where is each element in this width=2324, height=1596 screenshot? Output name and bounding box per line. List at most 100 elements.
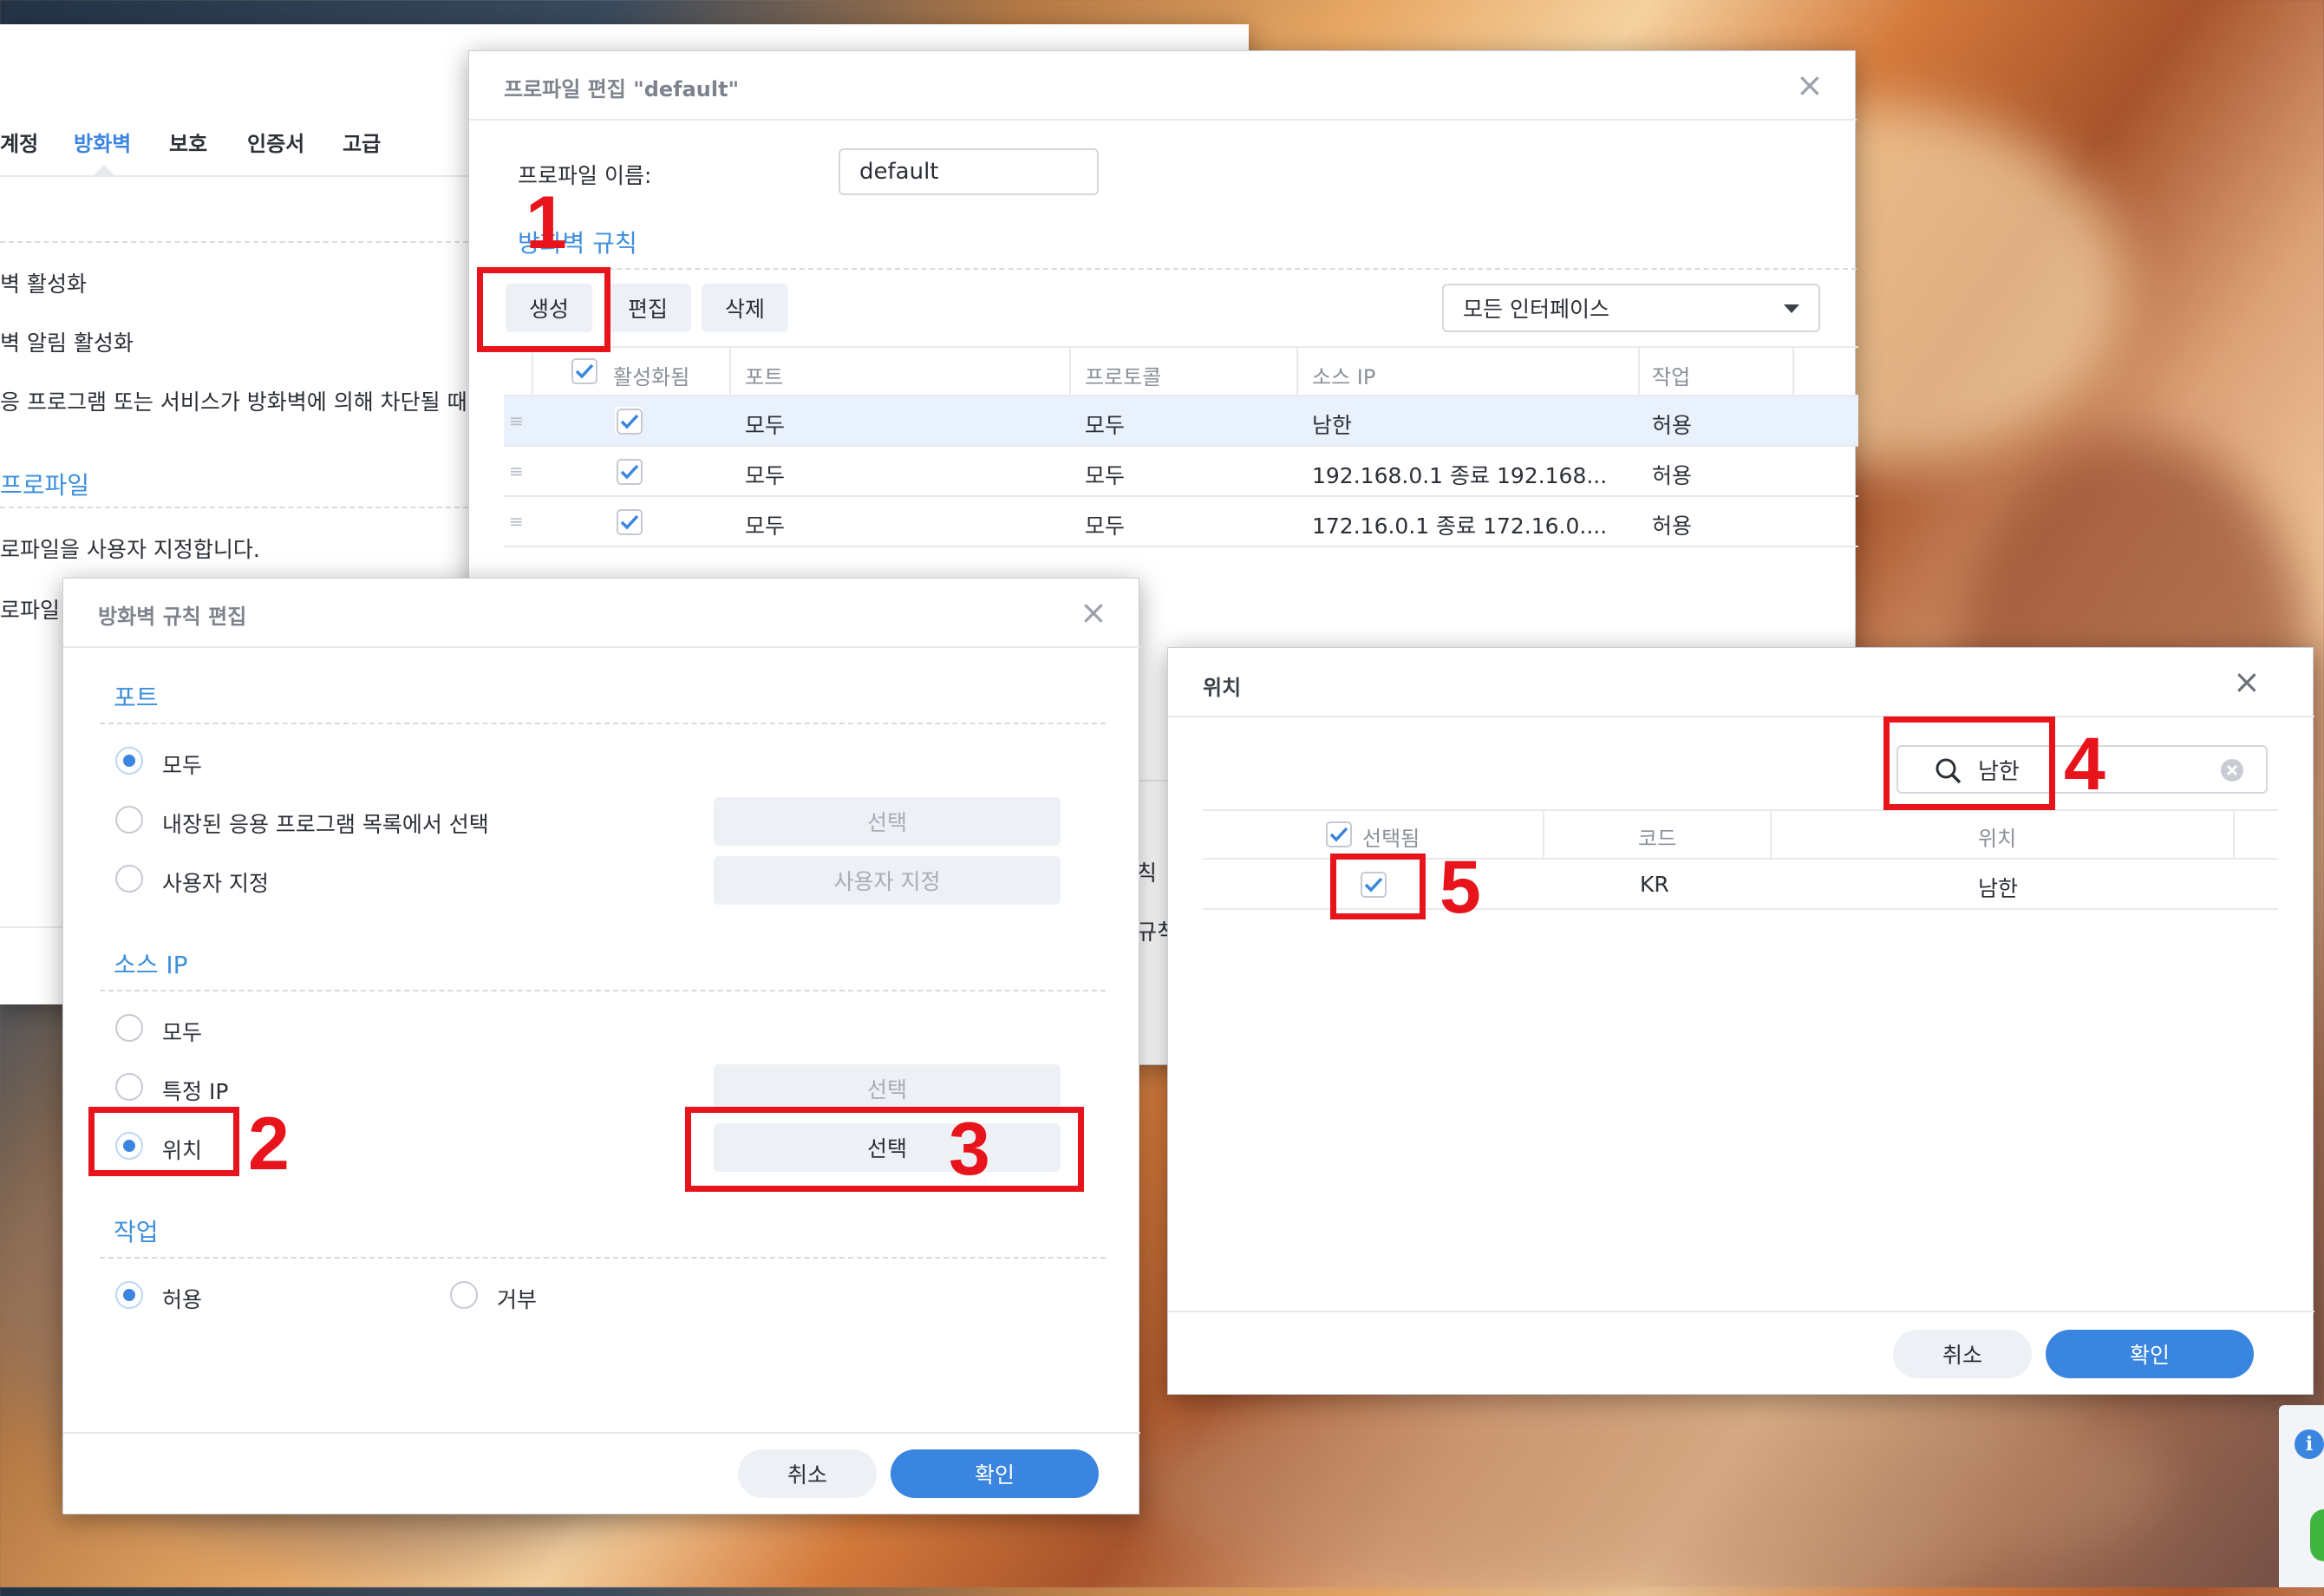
footer-divider <box>63 1432 1140 1434</box>
source-specific-ip-label: 특정 IP <box>162 1079 229 1104</box>
profile-section-title: 프로파일 <box>0 471 90 500</box>
column-divider <box>1069 346 1071 395</box>
close-icon[interactable]: × <box>2233 665 2261 698</box>
row-divider <box>504 546 1858 547</box>
port-custom-button[interactable]: 사용자 지정 <box>714 856 1061 905</box>
column-header-action[interactable]: 작업 <box>1652 360 1690 390</box>
table-header-top <box>1203 809 2278 811</box>
drag-handle-icon[interactable]: ≡ <box>509 461 524 481</box>
annotation-number-3: 3 <box>949 1108 990 1191</box>
column-header-source-ip[interactable]: 소스 IP <box>1312 360 1375 390</box>
dialog-title: 방화벽 규칙 편집 <box>98 605 247 629</box>
cancel-button[interactable]: 취소 <box>738 1449 877 1498</box>
wallpaper-lower-right <box>1127 1370 2168 1596</box>
cancel-button[interactable]: 취소 <box>1893 1330 2032 1378</box>
row-code: KR <box>1640 872 1669 897</box>
row-port: 모두 <box>745 463 786 488</box>
row-source-ip: 192.168.0.1 종료 192.168... <box>1312 463 1608 488</box>
action-section-title: 작업 <box>114 1218 159 1246</box>
blocked-app-notice: 응 프로그램 또는 서비스가 방화벽에 의해 차단될 때 알 <box>0 389 494 415</box>
drag-handle-icon[interactable]: ≡ <box>509 511 524 532</box>
port-any-label: 모두 <box>162 753 203 778</box>
row-enabled-checkbox[interactable] <box>615 457 643 485</box>
annotation-number-2: 2 <box>248 1102 290 1186</box>
port-any-radio[interactable] <box>115 747 143 775</box>
close-icon[interactable]: × <box>1796 69 1824 101</box>
select-all-checkbox[interactable] <box>1324 820 1352 847</box>
divider <box>0 507 468 508</box>
table-header-top <box>504 346 1858 348</box>
title-divider <box>469 119 1857 121</box>
tab-firewall[interactable]: 방화벽 <box>74 127 131 157</box>
chevron-down-icon <box>1784 304 1799 313</box>
source-any-label: 모두 <box>162 1020 203 1045</box>
column-header-port[interactable]: 포트 <box>745 360 783 390</box>
ok-button[interactable]: 확인 <box>891 1449 1099 1498</box>
column-header-code[interactable]: 코드 <box>1638 821 1676 852</box>
annotation-number-5: 5 <box>1439 846 1481 929</box>
clear-search-icon[interactable] <box>2219 757 2245 783</box>
drag-handle-icon[interactable]: ≡ <box>509 410 524 431</box>
port-builtin-select-button[interactable]: 선택 <box>714 797 1061 846</box>
peek-text: 칙 <box>1137 860 1158 886</box>
column-divider <box>1792 346 1794 395</box>
profile-label: 로파일 <box>0 598 61 623</box>
divider <box>100 990 1106 991</box>
tab-account[interactable]: 계정 <box>0 127 38 157</box>
row-source-ip: 172.16.0.1 종료 172.16.0.... <box>1312 513 1608 539</box>
delete-button[interactable]: 삭제 <box>702 284 788 332</box>
column-header-enabled[interactable]: 활성화됨 <box>613 360 689 390</box>
tab-advanced[interactable]: 고급 <box>343 127 381 157</box>
dialog-title: 위치 <box>1203 676 1242 700</box>
tab-protection[interactable]: 보호 <box>169 127 207 157</box>
divider <box>100 1257 1106 1259</box>
location-dialog: 위치 × 남한 선택됨 코드 위치 KR 남한 취소 확인 <box>1167 647 2314 1395</box>
interface-select[interactable]: 모든 인터페이스 <box>1442 284 1820 332</box>
annotation-box-2 <box>88 1107 239 1176</box>
port-builtin-radio[interactable] <box>115 806 143 834</box>
close-icon[interactable]: × <box>1080 596 1107 629</box>
specific-ip-select-button[interactable]: 선택 <box>714 1064 1061 1113</box>
profile-name-input[interactable]: default <box>839 148 1099 195</box>
tab-certificate[interactable]: 인증서 <box>247 127 304 157</box>
column-header-selected[interactable]: 선택됨 <box>1362 821 1420 852</box>
port-custom-radio[interactable] <box>115 865 143 893</box>
row-enabled-checkbox[interactable] <box>615 507 643 535</box>
annotation-number-1: 1 <box>526 181 567 265</box>
row-enabled-checkbox[interactable] <box>615 407 643 435</box>
port-custom-label: 사용자 지정 <box>162 871 269 896</box>
annotation-box-5 <box>1330 854 1426 919</box>
port-builtin-label: 내장된 응용 프로그램 목록에서 선택 <box>162 812 489 837</box>
action-deny-radio[interactable] <box>450 1281 478 1309</box>
profile-description: 로파일을 사용자 지정합니다. <box>0 537 260 562</box>
status-icon <box>2310 1509 2324 1561</box>
annotation-number-4: 4 <box>2064 723 2105 806</box>
source-any-radio[interactable] <box>115 1014 143 1042</box>
row-protocol: 모두 <box>1085 513 1126 539</box>
row-port: 모두 <box>745 413 786 438</box>
annotation-box-1 <box>477 267 610 352</box>
ok-button[interactable]: 확인 <box>2046 1330 2254 1378</box>
divider <box>0 241 468 243</box>
title-divider <box>1168 716 2314 717</box>
row-action: 허용 <box>1652 413 1693 438</box>
info-icon[interactable]: i <box>2295 1429 2324 1459</box>
action-deny-label: 거부 <box>497 1287 538 1312</box>
tab-firewall-indicator <box>94 165 114 175</box>
row-location: 남한 <box>1978 876 2019 901</box>
column-divider <box>1543 809 1544 858</box>
footer-divider <box>0 926 69 928</box>
row-port: 모두 <box>745 513 786 539</box>
column-divider <box>1638 346 1640 395</box>
enable-firewall-label: 벽 활성화 <box>0 271 87 297</box>
column-header-protocol[interactable]: 프로토콜 <box>1085 360 1161 390</box>
title-divider <box>63 646 1140 648</box>
column-header-location[interactable]: 위치 <box>1978 821 2016 852</box>
action-allow-radio[interactable] <box>115 1281 143 1309</box>
edit-button[interactable]: 편집 <box>604 284 691 332</box>
row-protocol: 모두 <box>1085 413 1126 438</box>
tab-bar-divider <box>0 175 468 177</box>
column-divider <box>729 346 731 395</box>
select-all-checkbox[interactable] <box>570 356 597 384</box>
source-specific-ip-radio[interactable] <box>115 1073 143 1101</box>
